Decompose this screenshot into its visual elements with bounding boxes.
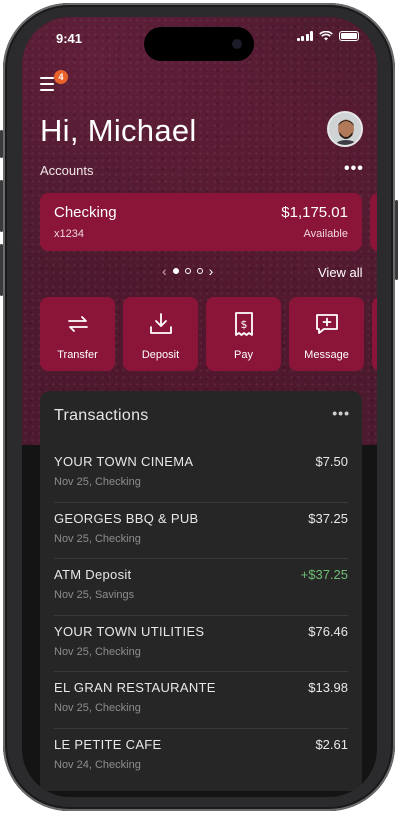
side-button-silent <box>0 130 3 158</box>
accounts-more-icon[interactable]: ••• <box>344 160 364 178</box>
accounts-label: Accounts <box>40 163 94 178</box>
transaction-row[interactable]: LE PETITE CAFE Nov 24, Checking $2.61 <box>54 729 348 786</box>
transaction-meta: Nov 25, Checking <box>54 645 141 658</box>
transaction-name: YOUR TOWN CINEMA <box>54 454 194 469</box>
deposit-label: Deposit <box>141 349 180 361</box>
deposit-icon <box>149 313 172 334</box>
transaction-meta: Nov 25, Checking <box>54 532 141 545</box>
status-time: 9:41 <box>56 31 83 46</box>
transaction-meta: Nov 24, Checking <box>54 758 141 771</box>
account-card-next[interactable] <box>370 193 377 251</box>
transactions-title: Transactions <box>54 407 149 424</box>
deposit-button[interactable]: Deposit <box>123 297 198 371</box>
transaction-amount: $7.50 <box>315 454 348 469</box>
account-balance: $1,175.01 <box>281 204 348 221</box>
transfer-icon <box>67 316 88 332</box>
chevron-left-icon[interactable]: ‹ <box>162 263 167 279</box>
transaction-meta: Nov 25, Checking <box>54 702 141 714</box>
side-button-volume-up <box>0 180 3 232</box>
cellular-signal-icon <box>296 31 313 41</box>
transfer-label: Transfer <box>57 349 98 361</box>
side-button-volume-down <box>0 244 3 296</box>
account-pager: ‹ › <box>162 263 213 279</box>
transaction-name: ATM Deposit <box>54 567 132 582</box>
transaction-amount: $37.25 <box>308 510 348 526</box>
app-screen: 9:41 4 Hi, Michael Accounts ••• Checking… <box>22 17 377 797</box>
pager-dot[interactable] <box>172 268 179 274</box>
side-button-power <box>395 200 398 280</box>
pager-dot[interactable] <box>196 268 203 274</box>
svg-text:$: $ <box>240 318 247 331</box>
greeting-title: Hi, Michael <box>40 113 197 148</box>
transaction-name: YOUR TOWN UTILITIES <box>54 623 205 639</box>
transaction-row[interactable]: GEORGES BBQ & PUB Nov 25, Checking $37.2… <box>54 503 348 559</box>
pay-icon: $ <box>234 312 253 336</box>
notification-badge: 4 <box>54 70 68 84</box>
transaction-name: EL GRAN RESTAURANTE <box>54 680 216 695</box>
transaction-meta: Nov 25, Savings <box>54 589 135 601</box>
account-name: Checking <box>54 204 117 221</box>
account-balance-label: Available <box>303 228 348 240</box>
chevron-right-icon[interactable]: › <box>209 263 214 279</box>
transactions-more-icon[interactable]: ••• <box>332 405 350 421</box>
transaction-row[interactable]: EL GRAN RESTAURANTE Nov 25, Checking $13… <box>54 672 348 729</box>
quick-actions: Transfer Deposit $ Pay Message <box>40 297 364 371</box>
transaction-row[interactable]: ATM Deposit Nov 25, Savings +$37.25 <box>54 559 348 616</box>
transactions-panel: Transactions ••• YOUR TOWN CINEMA Nov 25… <box>40 391 362 791</box>
message-icon <box>315 314 338 334</box>
transaction-amount: $2.61 <box>315 736 348 752</box>
battery-icon <box>339 31 359 41</box>
status-icons <box>296 31 359 41</box>
transaction-name: LE PETITE CAFE <box>54 736 162 752</box>
view-all-link[interactable]: View all <box>318 265 363 280</box>
action-next[interactable] <box>372 297 377 371</box>
transaction-row[interactable]: YOUR TOWN CINEMA Nov 25, Checking $7.50 <box>54 446 348 503</box>
avatar[interactable] <box>327 111 363 147</box>
pay-button[interactable]: $ Pay <box>206 297 281 371</box>
dynamic-island <box>144 27 254 61</box>
account-number: x1234 <box>54 228 84 240</box>
account-card-checking[interactable]: Checking x1234 $1,175.01 Available <box>40 193 362 251</box>
transfer-button[interactable]: Transfer <box>40 297 115 371</box>
transaction-meta: Nov 25, Checking <box>54 476 141 488</box>
transaction-amount: +$37.25 <box>300 567 348 582</box>
pager-dot[interactable] <box>184 268 191 274</box>
message-label: Message <box>304 349 349 361</box>
message-button[interactable]: Message <box>289 297 364 371</box>
transaction-name: GEORGES BBQ & PUB <box>54 510 199 526</box>
wifi-icon <box>319 31 333 41</box>
transaction-amount: $13.98 <box>308 680 348 695</box>
transaction-amount: $76.46 <box>308 623 348 639</box>
transaction-row[interactable]: YOUR TOWN UTILITIES Nov 25, Checking $76… <box>54 616 348 672</box>
pay-label: Pay <box>234 349 253 361</box>
transactions-list: YOUR TOWN CINEMA Nov 25, Checking $7.50 … <box>54 446 348 785</box>
